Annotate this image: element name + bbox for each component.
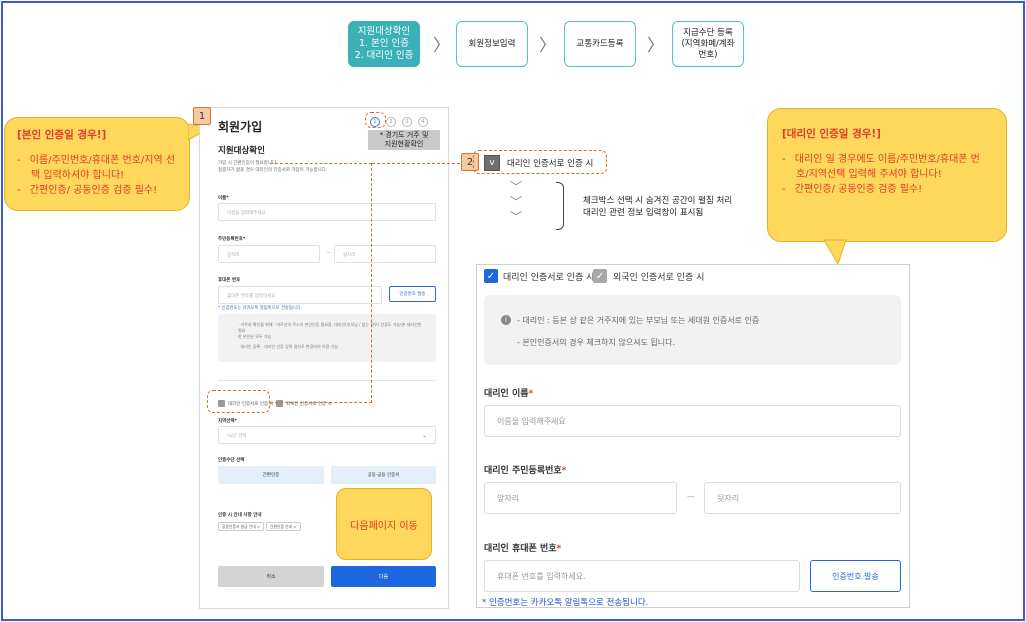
chevron-right-icon: 〉 xyxy=(647,36,664,56)
chevron-down-icon: ⌄ xyxy=(421,432,427,439)
proxy-name-label: 대리인 이름* xyxy=(484,389,534,399)
foreign-checkbox-label: 외국인 인증서로 인증 시 xyxy=(613,273,705,283)
rrn-label: 주민등록번호* xyxy=(218,237,246,242)
proxy-detail-panel: ✓ 대리인 인증서로 인증 시 ✓ 외국인 인증서로 인증 시 i - 대리인 … xyxy=(476,264,910,608)
step-payment-register[interactable]: 지급수단 등록 (지역화폐/계좌 번호) xyxy=(672,21,744,67)
info-icon: i xyxy=(501,315,511,325)
note-self-auth: [본인 인증일 경우!] 이름/주민번호/휴대폰 번호/지역 선택 입력하셔야 … xyxy=(4,117,190,211)
region-label: 지역선택* xyxy=(218,419,237,424)
proxy-rrn-label: 대리인 주민등록번호* xyxy=(484,466,567,476)
progress-step: 3 xyxy=(402,117,412,127)
name-label: 이름* xyxy=(218,196,229,201)
section-title: 지원대상확인 xyxy=(218,146,265,156)
phone-label: 휴대폰 번호 xyxy=(218,278,241,283)
proxy-checkbox-sample-label: 대리인 인증서로 인증 시 xyxy=(507,159,594,169)
proxy-rrn-back-input[interactable]: 뒷자리 xyxy=(704,482,901,514)
proxy-name-input[interactable]: 이름을 입력해주세요 xyxy=(484,405,901,437)
page-title: 회원가입 xyxy=(218,120,263,134)
proxy-checkbox-label: 대리인 인증서로 인증 시 xyxy=(503,273,595,283)
auth-method-label: 인증수단 선택 xyxy=(218,458,245,463)
connector-line xyxy=(270,163,372,403)
expand-arrows: ﹀ ﹀ ﹀ xyxy=(510,180,522,225)
foreign-checkbox[interactable]: ✓ xyxy=(593,269,607,283)
note-item: 간편인증/ 공동인증 검증 필수! xyxy=(17,183,177,198)
proxy-checkbox-highlight xyxy=(207,390,270,413)
next-page-note: 다음페이지 이동 xyxy=(336,488,432,560)
send-code-button[interactable]: 인증번호 발송 xyxy=(810,560,901,592)
note-title: [본인 인증일 경우!] xyxy=(17,129,107,141)
residence-tip: * 경기도 거주 및 지원현황확인 xyxy=(368,130,440,150)
chevron-down-icon: ﹀ xyxy=(510,210,523,224)
note-title: [대리인 인증일 경우!] xyxy=(782,128,881,140)
next-button[interactable]: 다음 xyxy=(331,566,436,587)
note-item: 대리인 일 경우에도 이름/주민번호/휴대폰 번호/지역선택 입력해 주셔야 합… xyxy=(782,152,992,182)
chevron-right-icon: 〉 xyxy=(433,36,450,56)
connector-line xyxy=(372,163,460,164)
info-line: - 본인인증서의 경우 체크하지 않으셔도 됩니다. xyxy=(517,338,675,347)
guide-chip[interactable]: 간편인증 안내 > xyxy=(266,522,301,531)
expand-explanation: 체크박스 선택 시 숨겨진 공간이 펼침 처리 대리인 관련 정보 입력창이 표… xyxy=(583,196,733,218)
guide-chip[interactable]: 공동인증서 발급 안내 > xyxy=(218,522,265,531)
chevron-down-icon: ﹀ xyxy=(510,180,523,194)
region-placeholder: 시/군 선택 xyxy=(227,434,247,439)
badge-one: 1 xyxy=(193,107,211,125)
joint-cert-button[interactable]: 공동·금융 인증서 xyxy=(331,466,436,484)
proxy-checkbox-checked[interactable]: ✓ xyxy=(484,269,498,283)
proxy-rrn-front-input[interactable]: 앞자리 xyxy=(484,482,677,514)
proxy-phone-input[interactable]: 휴대폰 번호를 입력하세요. xyxy=(484,560,800,592)
chevron-down-icon: ﹀ xyxy=(510,195,523,209)
rrn-dash: — xyxy=(687,492,695,501)
cancel-button[interactable]: 취소 xyxy=(218,566,324,587)
step-target-check[interactable]: 지원대상확인 1. 본인 인증 2. 대리인 인증 xyxy=(348,21,420,67)
step-member-info[interactable]: 회원정보입력 xyxy=(456,21,528,67)
simple-auth-button[interactable]: 간편인증 xyxy=(218,466,324,484)
note-item: 간편인증/ 공동인증 검증 필수! xyxy=(782,182,992,197)
info-line: - 대리인 : 등본 상 같은 거주지에 있는 부모님 또는 세대원 인증서로 … xyxy=(517,316,760,325)
guide-label: 인증 시 안내 사항 안내 xyxy=(218,513,262,518)
progress-step: 4 xyxy=(418,117,428,127)
proxy-checkbox-sample[interactable]: v xyxy=(484,155,500,171)
chevron-right-icon: 〉 xyxy=(539,36,556,56)
progress-highlight xyxy=(365,112,386,128)
step-transit-card[interactable]: 교통카드등록 xyxy=(564,21,636,67)
phone-hint: * 인증번호는 카카오톡 알림톡으로 전송됩니다. xyxy=(482,598,649,608)
region-select[interactable]: 시/군 선택 ⌄ xyxy=(218,426,436,444)
note-tail xyxy=(823,239,847,266)
brace-icon xyxy=(556,182,564,230)
send-code-button[interactable]: 인증번호 발송 xyxy=(389,286,436,302)
proxy-phone-label: 대리인 휴대폰 번호* xyxy=(484,544,562,554)
proxy-info-box: i - 대리인 : 등본 상 같은 거주지에 있는 부모님 또는 세대원 인증서… xyxy=(484,295,901,365)
progress-step: 2 xyxy=(386,117,396,127)
note-item: 이름/주민번호/휴대폰 번호/지역 선택 입력하셔야 합니다! xyxy=(17,153,177,183)
note-proxy-auth: [대리인 인증일 경우!] 대리인 일 경우에도 이름/주민번호/휴대폰 번호/… xyxy=(767,108,1007,242)
